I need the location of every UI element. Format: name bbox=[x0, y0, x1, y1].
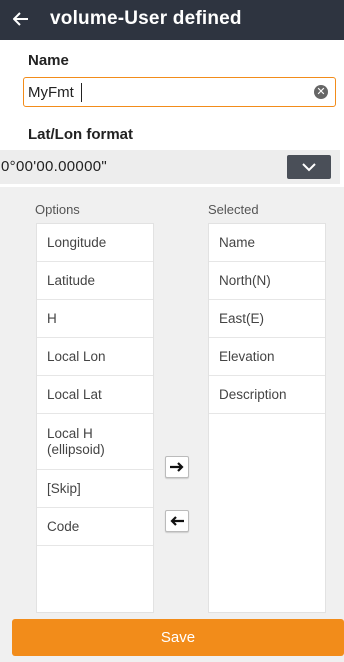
latlon-format-value: 0°00'00.00000" bbox=[1, 158, 107, 175]
text-caret bbox=[81, 83, 82, 102]
arrow-right-icon bbox=[170, 462, 184, 472]
list-item[interactable]: Elevation bbox=[209, 338, 325, 376]
add-button[interactable] bbox=[165, 456, 189, 478]
list-item[interactable]: Code bbox=[37, 508, 153, 546]
name-field-value: MyFmt bbox=[28, 84, 74, 101]
list-item[interactable]: Local H (ellipsoid) bbox=[37, 414, 153, 470]
selected-list[interactable]: Name North(N) East(E) Elevation Descript… bbox=[208, 223, 326, 613]
chevron-down-icon bbox=[302, 163, 316, 172]
remove-button[interactable] bbox=[165, 510, 189, 532]
arrow-left-icon bbox=[170, 516, 184, 526]
latlon-format-select[interactable]: 0°00'00.00000" bbox=[0, 150, 340, 184]
dropdown-button[interactable] bbox=[287, 155, 331, 179]
list-item[interactable]: Latitude bbox=[37, 262, 153, 300]
page-title: volume-User defined bbox=[50, 8, 242, 29]
options-header: Options bbox=[35, 202, 80, 217]
list-item[interactable]: North(N) bbox=[209, 262, 325, 300]
list-item[interactable]: [Skip] bbox=[37, 470, 153, 508]
name-label: Name bbox=[28, 52, 69, 69]
list-item[interactable]: Local Lat bbox=[37, 376, 153, 414]
save-button[interactable]: Save bbox=[12, 619, 344, 656]
back-arrow-icon[interactable] bbox=[8, 6, 34, 32]
clear-circle-icon[interactable]: ✕ bbox=[314, 85, 328, 99]
app-bar: volume-User defined bbox=[0, 0, 344, 40]
selected-header: Selected bbox=[208, 202, 259, 217]
list-item[interactable]: Description bbox=[209, 376, 325, 414]
name-field[interactable]: MyFmt ✕ bbox=[23, 77, 336, 107]
options-list[interactable]: Longitude Latitude H Local Lon Local Lat… bbox=[36, 223, 154, 613]
list-item[interactable]: Longitude bbox=[37, 224, 153, 262]
latlon-label: Lat/Lon format bbox=[28, 126, 133, 143]
list-item[interactable]: H bbox=[37, 300, 153, 338]
list-item[interactable]: Name bbox=[209, 224, 325, 262]
list-item[interactable]: Local Lon bbox=[37, 338, 153, 376]
list-item[interactable]: East(E) bbox=[209, 300, 325, 338]
